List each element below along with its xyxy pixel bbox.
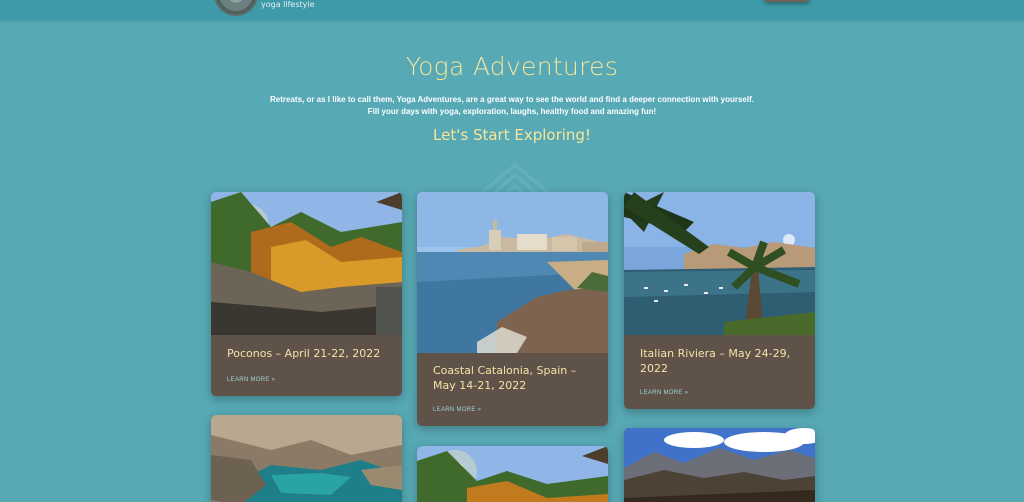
retreat-card-autumn-forest[interactable] bbox=[417, 446, 608, 502]
site-tagline: yoga lifestyle bbox=[261, 0, 315, 9]
aerial-coast-photo bbox=[211, 415, 402, 502]
retreat-card-catalonia[interactable]: Coastal Catalonia, Spain – May 14-21, 20… bbox=[417, 192, 608, 426]
retreat-card-aerial-coast[interactable] bbox=[211, 415, 402, 502]
retreat-card-italian-riviera[interactable]: Italian Riviera – May 24-29, 2022 LEARN … bbox=[624, 192, 815, 409]
card-title[interactable]: Coastal Catalonia, Spain – May 14-21, 20… bbox=[433, 363, 599, 393]
card-image[interactable] bbox=[624, 428, 815, 502]
mountain-range-photo bbox=[624, 428, 815, 502]
learn-more-link[interactable]: LEARN MORE » bbox=[433, 407, 481, 413]
page-title: Yoga Adventures bbox=[405, 52, 619, 81]
learn-more-link[interactable]: LEARN MORE » bbox=[640, 390, 688, 396]
card-title[interactable]: Poconos – April 21-22, 2022 bbox=[227, 346, 393, 361]
intro-line-1: Retreats, or as I like to call them, Yog… bbox=[270, 95, 754, 104]
card-image[interactable] bbox=[417, 446, 608, 502]
card-image[interactable] bbox=[211, 415, 402, 502]
learn-more-link[interactable]: LEARN MORE » bbox=[227, 377, 275, 383]
retreat-card-mountains[interactable] bbox=[624, 428, 815, 502]
top-nav-bar bbox=[0, 0, 1024, 20]
card-image[interactable] bbox=[417, 192, 608, 353]
retreat-card-poconos[interactable]: Poconos – April 21-22, 2022 LEARN MORE » bbox=[211, 192, 402, 396]
section-subtitle: Let's Start Exploring! bbox=[433, 126, 591, 144]
coastal-town-photo bbox=[417, 192, 608, 353]
intro-text: Retreats, or as I like to call them, Yog… bbox=[0, 94, 1024, 118]
intro-line-2: Fill your days with yoga, exploration, l… bbox=[367, 107, 657, 116]
autumn-forest-creek-photo bbox=[211, 192, 402, 335]
card-image[interactable] bbox=[624, 192, 815, 335]
harbor-palm-photo bbox=[624, 192, 815, 335]
autumn-forest-photo bbox=[417, 446, 608, 502]
card-title[interactable]: Italian Riviera – May 24-29, 2022 bbox=[640, 346, 806, 376]
card-image[interactable] bbox=[211, 192, 402, 335]
nav-menu-button[interactable] bbox=[764, 0, 810, 2]
